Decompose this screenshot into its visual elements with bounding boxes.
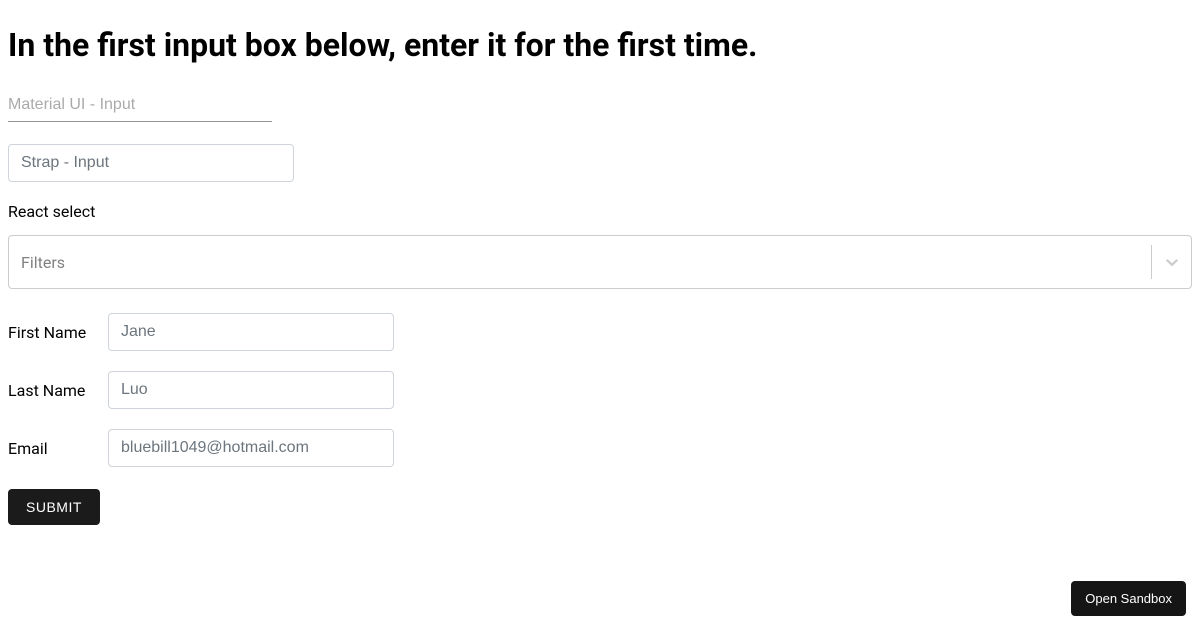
material-ui-input[interactable] — [8, 90, 272, 122]
react-select-label: React select — [8, 202, 1192, 221]
react-select-placeholder: Filters — [9, 251, 1151, 274]
first-name-label: First Name — [8, 323, 108, 342]
open-sandbox-button[interactable]: Open Sandbox — [1071, 581, 1186, 616]
field-row-email: Email — [8, 429, 1192, 467]
page-heading: In the first input box below, enter it f… — [8, 26, 1192, 64]
field-row-last-name: Last Name — [8, 371, 1192, 409]
submit-button[interactable]: SUBMIT — [8, 489, 100, 525]
last-name-input[interactable] — [108, 371, 394, 409]
first-name-input[interactable] — [108, 313, 394, 351]
chevron-down-icon — [1151, 245, 1191, 279]
mui-input-wrapper — [8, 90, 272, 122]
last-name-label: Last Name — [8, 381, 108, 400]
email-input[interactable] — [108, 429, 394, 467]
strap-input[interactable] — [8, 144, 294, 182]
react-select[interactable]: Filters — [8, 235, 1192, 289]
email-label: Email — [8, 439, 108, 458]
field-row-first-name: First Name — [8, 313, 1192, 351]
